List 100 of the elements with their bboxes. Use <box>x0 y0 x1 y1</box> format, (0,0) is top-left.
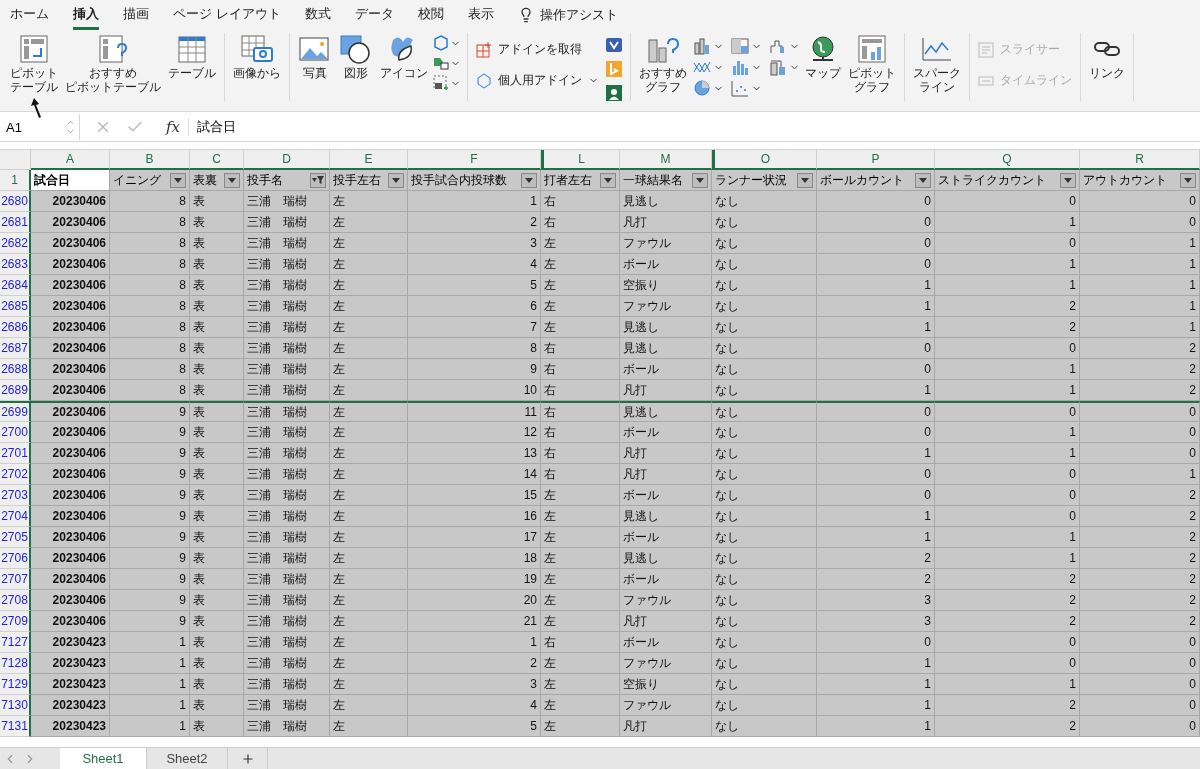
row-header[interactable]: 7130 <box>0 695 31 716</box>
ribbon-button[interactable]: 個人用アドイン <box>474 70 601 91</box>
people-graph-button[interactable] <box>604 83 624 103</box>
ribbon-button[interactable]: スパーク ライン <box>911 33 963 95</box>
row-header[interactable]: 2705 <box>0 527 31 548</box>
ribbon-button[interactable]: テーブル <box>166 33 218 81</box>
menu-tab[interactable]: 描画 <box>123 0 149 30</box>
table-cell: 左 <box>541 233 620 254</box>
filter-button[interactable] <box>521 172 537 188</box>
row-header[interactable]: 2680 <box>0 191 31 212</box>
row-header[interactable]: 7127 <box>0 632 31 653</box>
row-header[interactable]: 7128 <box>0 653 31 674</box>
column-header[interactable]: Q <box>935 150 1080 170</box>
filter-button[interactable] <box>224 172 240 188</box>
column-header[interactable]: D <box>244 150 330 170</box>
column-header[interactable]: O <box>712 150 817 170</box>
menu-tab[interactable]: ページ レイアウト <box>173 0 281 30</box>
ribbon-button[interactable]: マップ <box>803 33 843 81</box>
table-cell: なし <box>712 296 817 317</box>
table-cell: 1 <box>935 359 1080 380</box>
row-header[interactable]: 2681 <box>0 212 31 233</box>
menu-tab[interactable]: 表示 <box>467 0 494 30</box>
formula-field[interactable]: 試合日 <box>189 118 236 136</box>
chart-type-button[interactable] <box>692 79 724 97</box>
filter-button[interactable] <box>1180 172 1196 188</box>
filter-button[interactable] <box>692 172 708 188</box>
menu-tab[interactable]: 数式 <box>304 0 331 30</box>
row-header[interactable]: 2683 <box>0 254 31 275</box>
row-header[interactable]: 2709 <box>0 611 31 632</box>
table-cell: 三浦 瑞樹 <box>244 464 330 485</box>
row-header[interactable]: 1 <box>0 170 31 191</box>
column-header[interactable]: A <box>31 150 110 170</box>
chart-type-button[interactable] <box>730 58 762 76</box>
ribbon-button[interactable]: 図形 <box>337 33 375 81</box>
row-header[interactable]: 2685 <box>0 296 31 317</box>
ribbon-button[interactable]: 画像から <box>231 33 283 81</box>
chart-type-button[interactable] <box>768 37 800 55</box>
table-cell: 左 <box>541 674 620 695</box>
ribbon-button[interactable]: 写真 <box>296 33 334 81</box>
column-header[interactable]: F <box>408 150 541 170</box>
ribbon-button[interactable]: ピボット テーブル <box>8 33 60 95</box>
table-cell: 左 <box>541 611 620 632</box>
row-header[interactable]: 2707 <box>0 569 31 590</box>
ribbon-button[interactable]: ピボット グラフ <box>846 33 898 95</box>
row-header[interactable]: 2700 <box>0 422 31 443</box>
tell-me-search[interactable]: 操作アシスト <box>539 6 618 24</box>
row-header[interactable]: 2699 <box>0 401 31 422</box>
column-title: イニング <box>113 171 161 189</box>
row-header[interactable]: 2704 <box>0 506 31 527</box>
row-header[interactable]: 2688 <box>0 359 31 380</box>
row-header[interactable]: 2703 <box>0 485 31 506</box>
chart-type-button[interactable] <box>768 58 800 76</box>
table-cell: 2 <box>1080 611 1200 632</box>
filter-button[interactable] <box>310 172 326 188</box>
chart-type-button[interactable] <box>730 79 762 97</box>
row-header[interactable]: 2689 <box>0 380 31 401</box>
menu-tab[interactable]: データ <box>354 0 394 30</box>
table-cell: 14 <box>408 464 541 485</box>
row-header[interactable]: 2708 <box>0 590 31 611</box>
menu-tab[interactable]: 校閲 <box>417 0 444 30</box>
3d-model-button[interactable] <box>433 35 461 51</box>
menu-tab[interactable]: ホーム <box>10 0 49 30</box>
column-header[interactable]: C <box>190 150 244 170</box>
filter-button[interactable] <box>170 172 186 188</box>
table-cell: 9 <box>110 527 190 548</box>
column-header[interactable]: E <box>330 150 408 170</box>
ribbon-button[interactable]: アドインを取得 <box>474 39 601 60</box>
row-header[interactable]: 7131 <box>0 716 31 737</box>
chart-type-button[interactable] <box>730 37 762 55</box>
row-header[interactable]: 2684 <box>0 275 31 296</box>
table-cell: 1 <box>408 191 541 212</box>
screenshot-button[interactable] <box>433 75 461 91</box>
sheet-tab[interactable]: Sheet1 <box>60 748 147 769</box>
row-header[interactable]: 2702 <box>0 464 31 485</box>
column-header[interactable]: L <box>541 150 620 170</box>
row-header[interactable]: 7129 <box>0 674 31 695</box>
table-cell: 表 <box>190 212 244 233</box>
filter-button[interactable] <box>1060 172 1076 188</box>
column-header[interactable]: B <box>110 150 190 170</box>
smartart-button[interactable] <box>433 55 461 71</box>
column-header[interactable]: P <box>817 150 935 170</box>
row-header[interactable]: 2701 <box>0 443 31 464</box>
function-button[interactable]: fx <box>158 118 189 136</box>
ribbon-button[interactable]: リンク <box>1087 33 1127 81</box>
table-cell: 1 <box>817 296 935 317</box>
row-header[interactable]: 2706 <box>0 548 31 569</box>
filter-button[interactable] <box>600 172 616 188</box>
table-cell: 20230406 <box>31 443 110 464</box>
ribbon-button[interactable]: おすすめ ピボットテーブル <box>63 33 163 95</box>
row-header[interactable]: 2686 <box>0 317 31 338</box>
ribbon-button[interactable]: おすすめ グラフ <box>637 33 689 95</box>
ribbon-button[interactable]: アイコン <box>378 33 430 81</box>
filter-button[interactable] <box>915 172 931 188</box>
chart-type-button[interactable] <box>692 37 724 55</box>
filter-button[interactable] <box>388 172 404 188</box>
filter-button[interactable] <box>797 172 813 188</box>
row-header[interactable]: 2682 <box>0 233 31 254</box>
row-header[interactable]: 2687 <box>0 338 31 359</box>
column-header[interactable]: R <box>1080 150 1200 170</box>
column-header[interactable]: M <box>620 150 712 170</box>
